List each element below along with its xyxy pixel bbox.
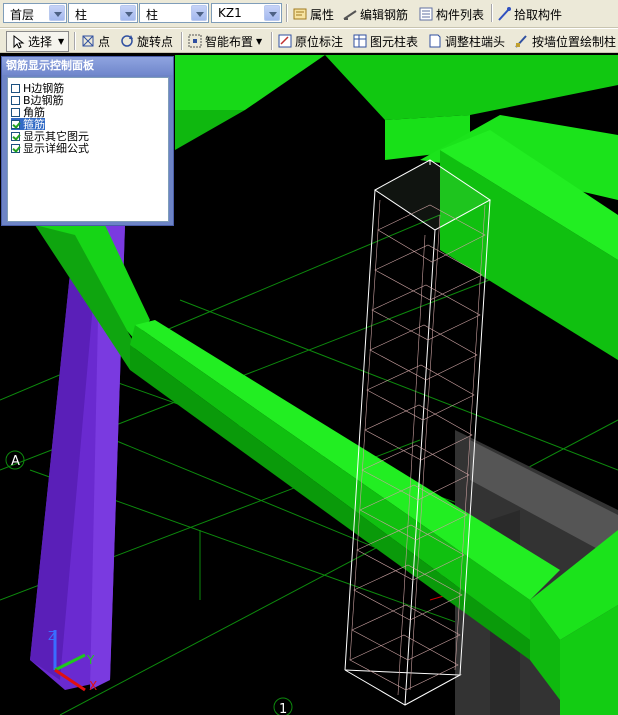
property-button[interactable]: 属性 — [292, 4, 334, 24]
svg-text:Y: Y — [86, 653, 95, 667]
option-b-edge-rebar[interactable]: B边钢筋 — [11, 94, 64, 106]
chevron-down-icon[interactable]: ▼ — [256, 37, 262, 46]
chevron-down-icon[interactable] — [120, 5, 136, 21]
checkbox[interactable] — [11, 83, 20, 93]
select-button[interactable]: 选择 ▼ — [6, 31, 70, 52]
draw-by-wall-icon — [514, 33, 530, 49]
toolbar-separator — [491, 4, 493, 22]
option-label: 显示详细公式 — [23, 141, 89, 155]
property-icon — [292, 6, 308, 22]
checkbox[interactable] — [11, 95, 20, 105]
edit-rebar-icon — [342, 6, 358, 22]
floor-select[interactable]: 首层 — [3, 3, 67, 23]
chevron-down-icon[interactable] — [191, 5, 207, 21]
draw-by-wall-button[interactable]: 按墙位置绘制柱 — [514, 31, 616, 51]
option-show-detailed-formula[interactable]: 显示详细公式 — [11, 142, 89, 154]
cursor-icon — [10, 34, 26, 50]
checkbox[interactable] — [11, 143, 20, 153]
smart-layout-label: 智能布置 — [205, 34, 254, 49]
option-label: 角筋 — [23, 105, 45, 119]
pick-component-button[interactable]: 拾取构件 — [496, 4, 562, 24]
list-icon — [418, 6, 434, 22]
select-label: 选择 — [28, 35, 53, 49]
type-select[interactable]: 柱 — [139, 3, 209, 23]
type-select-value: 柱 — [146, 8, 159, 22]
component-select-value: KZ1 — [218, 6, 242, 20]
component-list-label: 构件列表 — [436, 7, 485, 22]
chevron-down-icon[interactable] — [49, 5, 65, 21]
edit-rebar-button[interactable]: 编辑钢筋 — [342, 4, 408, 24]
svg-text:Z: Z — [48, 629, 56, 643]
option-label: 箍筋 — [23, 117, 45, 131]
adjust-column-end-button[interactable]: 调整柱端头 — [427, 31, 505, 51]
column-table-button[interactable]: 图元柱表 — [352, 31, 418, 51]
smart-layout-button[interactable]: 智能布置 ▼ — [187, 31, 262, 51]
column-table-label: 图元柱表 — [370, 34, 419, 49]
adjust-column-end-label: 调整柱端头 — [445, 34, 506, 49]
panel-option-list: H边钢筋 B边钢筋 角筋 箍筋 显示其它图元 显示详细公式 — [7, 77, 169, 222]
point-icon — [80, 33, 96, 49]
edit-rebar-label: 编辑钢筋 — [360, 7, 409, 22]
toolbar-separator — [181, 32, 183, 50]
toolbar-separator — [74, 32, 76, 50]
checkbox[interactable] — [11, 131, 20, 141]
toolbar-top: 首层 柱 柱 KZ1 属性 编辑钢筋 构件列表 拾取构件 — [0, 0, 618, 28]
original-mark-icon — [277, 33, 293, 49]
option-stirrup[interactable]: 箍筋 — [11, 118, 45, 130]
panel-title[interactable]: 钢筋显示控制面板 — [2, 57, 173, 75]
checkbox[interactable] — [11, 107, 20, 117]
rotate-point-button[interactable]: 旋转点 — [119, 31, 173, 51]
chevron-down-icon[interactable] — [264, 5, 280, 21]
category-select-value: 柱 — [75, 8, 88, 22]
toolbar-separator — [271, 32, 273, 50]
table-icon — [352, 33, 368, 49]
option-h-edge-rebar[interactable]: H边钢筋 — [11, 82, 64, 94]
pick-icon — [496, 6, 512, 22]
option-label: B边钢筋 — [23, 93, 64, 107]
rotate-point-label: 旋转点 — [137, 34, 174, 49]
category-select[interactable]: 柱 — [68, 3, 138, 23]
point-button[interactable]: 点 — [80, 31, 110, 51]
original-mark-button[interactable]: 原位标注 — [277, 31, 343, 51]
pick-component-label: 拾取构件 — [514, 7, 563, 22]
checkbox[interactable] — [11, 119, 20, 129]
toolbar-separator — [286, 4, 288, 22]
option-label: H边钢筋 — [23, 81, 65, 95]
rebar-display-panel: 钢筋显示控制面板 H边钢筋 B边钢筋 角筋 箍筋 显示其它图元 显示详细公式 — [1, 56, 174, 226]
toolbar-draw: 选择 ▼ 点 旋转点 智能布置 ▼ 原位标注 图元柱表 调整柱端头 按墙位置绘制… — [0, 28, 618, 53]
original-mark-label: 原位标注 — [295, 34, 344, 49]
floor-select-value: 首层 — [10, 8, 35, 22]
svg-text:X: X — [89, 679, 97, 693]
adjust-icon — [427, 33, 443, 49]
option-show-other-elements[interactable]: 显示其它图元 — [11, 130, 89, 142]
chevron-down-icon[interactable]: ▼ — [58, 37, 64, 46]
svg-text:1: 1 — [279, 702, 287, 715]
component-select[interactable]: KZ1 — [211, 3, 282, 23]
option-corner-rebar[interactable]: 角筋 — [11, 106, 45, 118]
draw-by-wall-label: 按墙位置绘制柱 — [532, 34, 617, 49]
rotate-icon — [119, 33, 135, 49]
property-label: 属性 — [310, 7, 335, 22]
component-list-button[interactable]: 构件列表 — [418, 4, 484, 24]
svg-text:A: A — [11, 454, 20, 469]
smart-layout-icon — [187, 33, 203, 49]
point-label: 点 — [98, 34, 111, 49]
option-label: 显示其它图元 — [23, 129, 89, 143]
